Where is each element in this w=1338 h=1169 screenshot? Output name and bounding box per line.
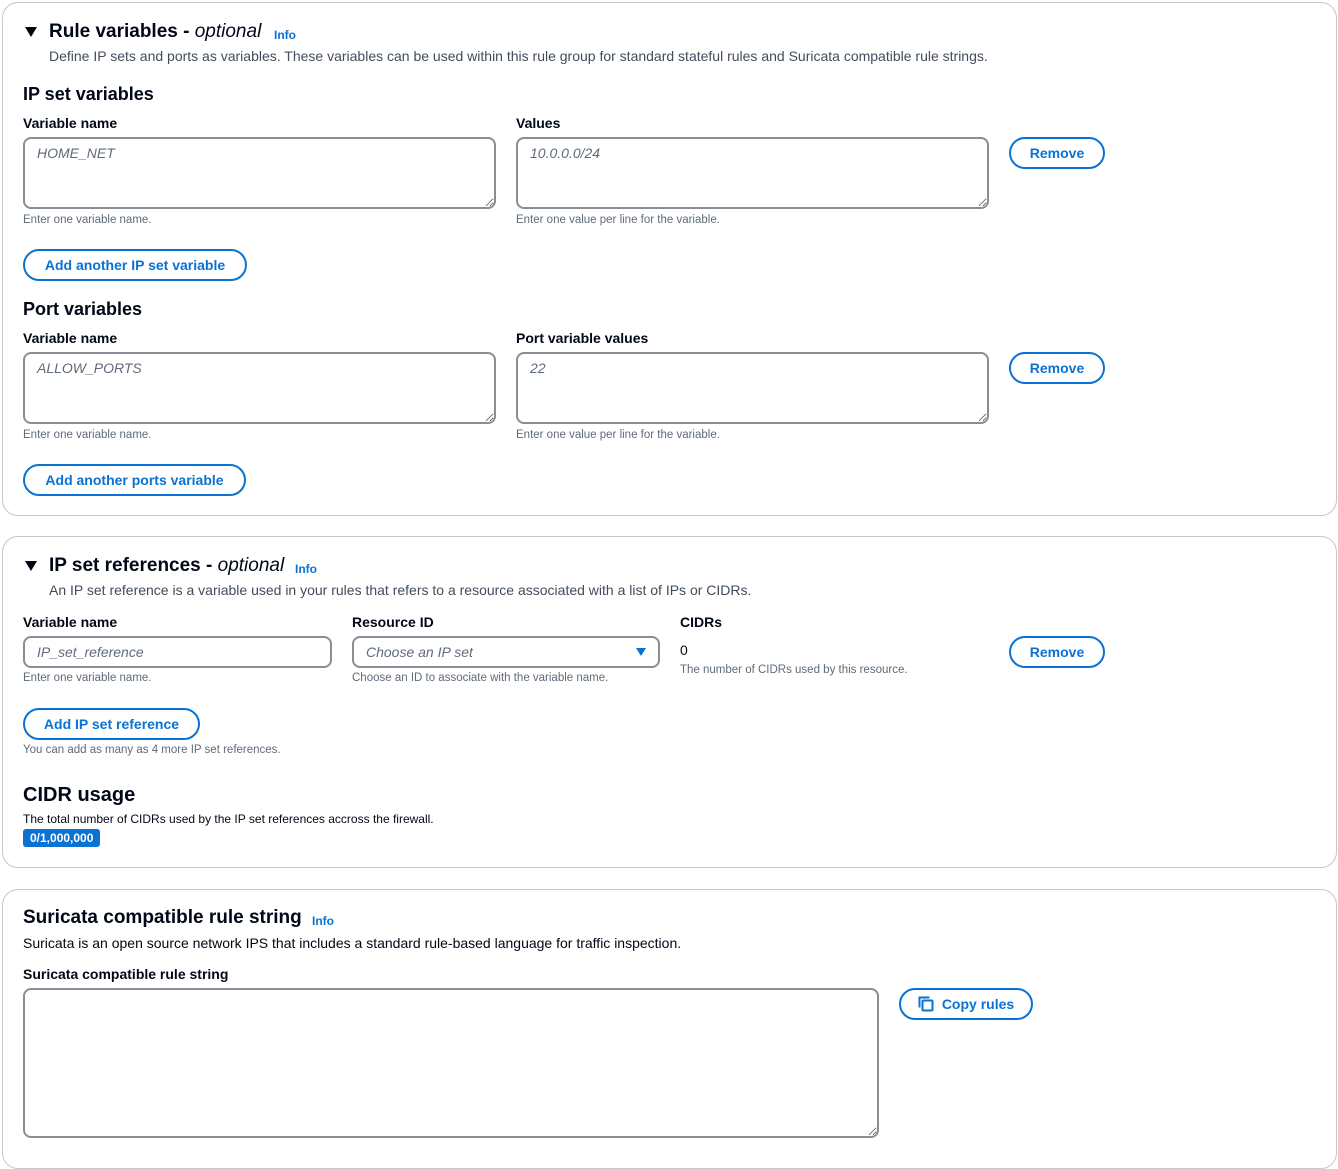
port-values-hint: Enter one value per line for the variabl… — [516, 429, 720, 441]
ip-set-variables-heading: IP set variables — [23, 84, 154, 104]
cidrs-hint: The number of CIDRs used by this resourc… — [680, 664, 908, 676]
ip-set-values-label: Values — [516, 115, 561, 131]
collapse-caret-icon[interactable] — [25, 561, 37, 571]
ip-set-name-field[interactable] — [23, 137, 496, 209]
cidr-usage-badge: 0/1,000,000 — [23, 829, 101, 847]
rule-variables-info-link[interactable]: Info — [274, 28, 296, 42]
rule-variables-description: Define IP sets and ports as variables. T… — [49, 48, 988, 64]
add-ip-set-reference-hint: You can add as many as 4 more IP set ref… — [23, 744, 281, 756]
ip-set-references-description: An IP set reference is a variable used i… — [49, 582, 752, 598]
cidr-usage-description: The total number of CIDRs used by the IP… — [23, 812, 434, 826]
suricata-field-label: Suricata compatible rule string — [23, 966, 229, 982]
port-name-field[interactable] — [23, 352, 496, 424]
copy-icon — [918, 996, 934, 1012]
rule-variables-panel: Rule variables - optional Info Define IP… — [2, 2, 1337, 516]
copy-rules-button[interactable]: Copy rules — [899, 988, 1033, 1020]
port-values-label: Port variable values — [516, 330, 649, 346]
ip-set-references-title: IP set references - optional — [49, 555, 285, 576]
ip-set-values-field[interactable] — [516, 137, 989, 209]
ip-set-name-label: Variable name — [23, 115, 118, 131]
suricata-info-link[interactable]: Info — [312, 914, 334, 928]
remove-ip-set-variable-button[interactable]: Remove — [1009, 137, 1105, 169]
copy-rules-label: Copy rules — [941, 996, 1015, 1012]
cidrs-value: 0 — [680, 642, 688, 658]
resource-id-placeholder: Choose an IP set — [366, 644, 473, 660]
suricata-panel: Suricata compatible rule string Info Sur… — [2, 889, 1337, 1169]
add-ip-set-reference-button[interactable]: Add IP set reference — [23, 708, 200, 740]
ip-set-references-info-link[interactable]: Info — [295, 562, 317, 576]
remove-port-variable-button[interactable]: Remove — [1009, 352, 1105, 384]
collapse-caret-icon[interactable] — [25, 27, 37, 37]
resource-id-label: Resource ID — [352, 614, 434, 630]
caret-down-icon — [636, 648, 646, 656]
resource-id-select[interactable]: Choose an IP set — [352, 636, 660, 668]
port-name-label: Variable name — [23, 330, 118, 346]
port-values-field[interactable] — [516, 352, 989, 424]
cidr-usage-heading: CIDR usage — [23, 784, 136, 806]
ip-set-references-panel: IP set references - optional Info An IP … — [2, 536, 1337, 868]
add-ip-set-variable-button[interactable]: Add another IP set variable — [23, 249, 247, 281]
cidrs-label: CIDRs — [680, 614, 723, 630]
ip-set-name-hint: Enter one variable name. — [23, 214, 152, 226]
port-variables-heading: Port variables — [23, 299, 143, 319]
port-name-hint: Enter one variable name. — [23, 429, 152, 441]
ip-set-values-hint: Enter one value per line for the variabl… — [516, 214, 720, 226]
suricata-title: Suricata compatible rule string — [23, 907, 302, 928]
rule-variables-title: Rule variables - optional — [49, 21, 262, 42]
suricata-rule-string-field[interactable] — [23, 988, 879, 1138]
add-port-variable-button[interactable]: Add another ports variable — [23, 464, 246, 496]
suricata-description: Suricata is an open source network IPS t… — [23, 935, 682, 951]
reference-name-input[interactable] — [23, 636, 332, 668]
reference-name-label: Variable name — [23, 614, 118, 630]
resource-id-hint: Choose an ID to associate with the varia… — [352, 672, 609, 684]
reference-name-hint: Enter one variable name. — [23, 672, 152, 684]
remove-ip-set-reference-button[interactable]: Remove — [1009, 636, 1105, 668]
